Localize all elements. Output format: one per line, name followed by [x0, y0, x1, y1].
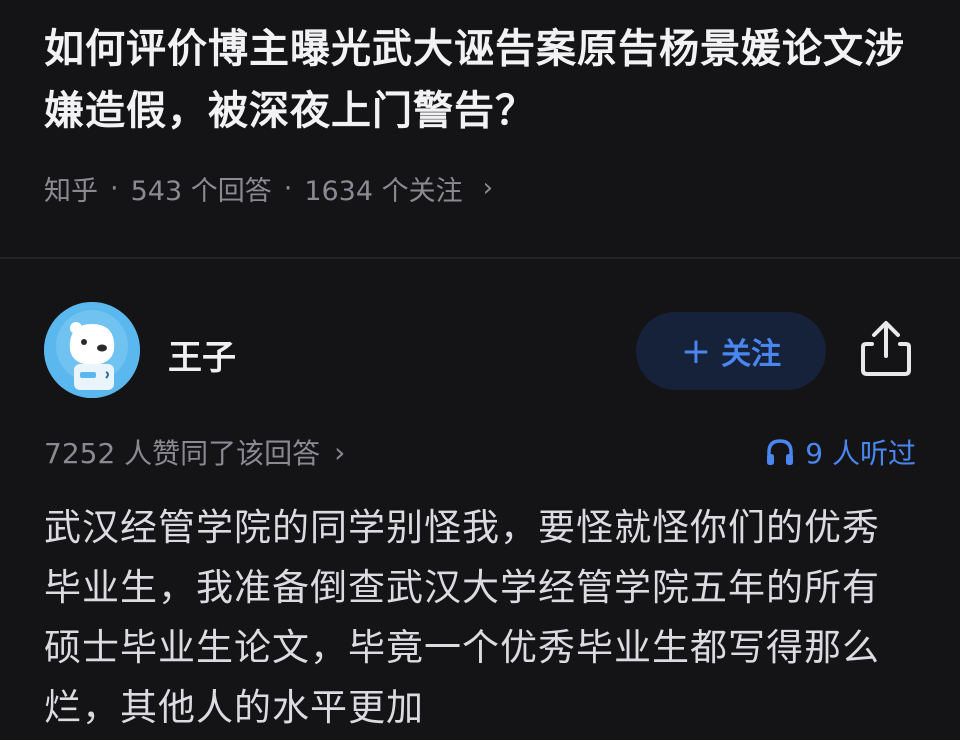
source-label: 知乎 — [44, 175, 98, 207]
author-name[interactable]: 王子 — [168, 330, 236, 379]
answer-page: 如何评价博主曝光武大诬告案原告杨景媛论文涉嫌造假，被深夜上门警告？ 知乎 · 5… — [0, 0, 960, 740]
vote-count: 7252 人赞同了该回答 — [44, 437, 321, 470]
answer-text[interactable]: 武汉经管学院的同学别怪我，要怪就怪你们的优秀毕业生，我准备倒查武汉大学经管学院五… — [44, 498, 916, 738]
headphones-icon — [767, 439, 794, 465]
avatar[interactable] — [44, 302, 140, 398]
listen-count: 9 人听过 — [805, 437, 916, 470]
listen-summary[interactable]: 9 人听过 — [765, 432, 916, 472]
follow-button-label: 关注 — [721, 337, 782, 372]
plus-icon: + — [680, 330, 712, 372]
vote-summary[interactable]: 7252 人赞同了该回答 › — [44, 432, 345, 472]
answer-stats: 7252 人赞同了该回答 › 9 人听过 — [44, 430, 916, 474]
follow-button[interactable]: + 关注 — [636, 312, 826, 390]
follow-count: 1634 个关注 — [304, 175, 463, 207]
share-button[interactable] — [858, 318, 914, 378]
meta-separator: · — [110, 172, 119, 204]
share-icon — [861, 321, 911, 376]
chevron-right-icon: › — [334, 435, 346, 469]
question-meta[interactable]: 知乎 · 543 个回答 · 1634 个关注 › — [44, 168, 493, 208]
polar-bear-astronaut-avatar-icon — [44, 302, 140, 398]
question-title[interactable]: 如何评价博主曝光武大诬告案原告杨景媛论文涉嫌造假，被深夜上门警告？ — [44, 18, 924, 142]
meta-separator: · — [283, 172, 293, 204]
divider — [0, 257, 960, 259]
answer-count: 543 个回答 — [130, 175, 272, 207]
chevron-right-icon: › — [482, 173, 494, 203]
